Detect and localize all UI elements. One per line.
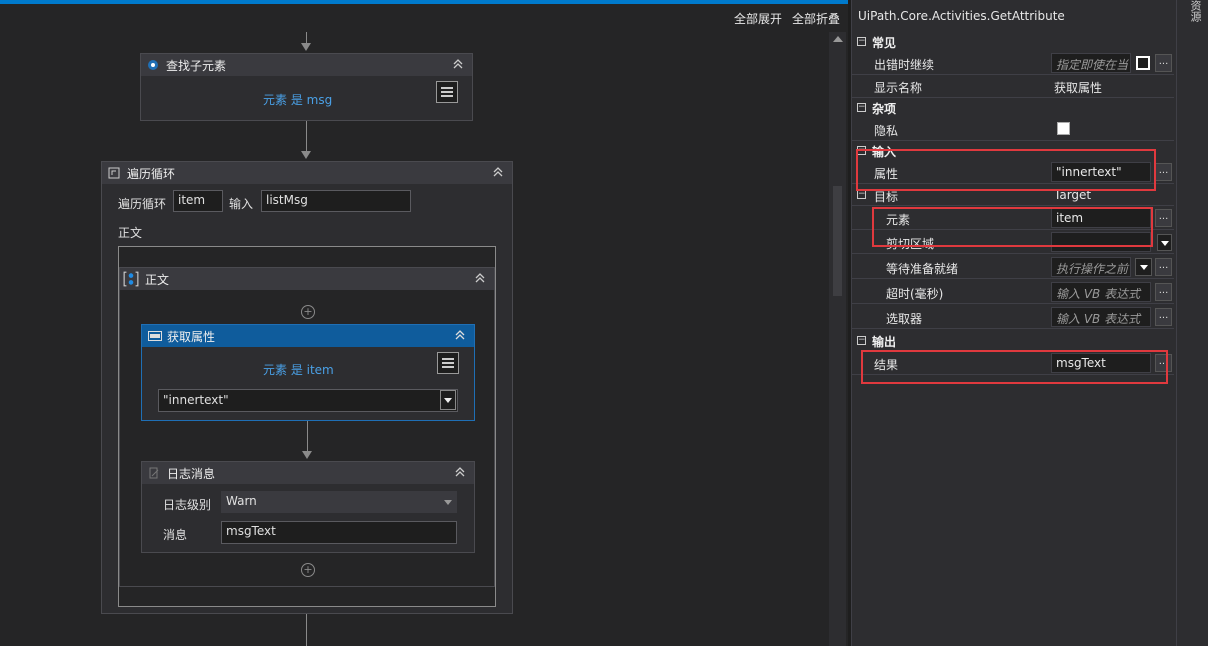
activity-title: 遍历循环	[127, 167, 176, 181]
menu-icon[interactable]	[436, 81, 458, 103]
more-button[interactable]: ...	[1155, 209, 1172, 227]
category-common[interactable]: − 常见	[852, 32, 1174, 52]
highlight-box-element	[872, 207, 1153, 247]
connector-arrow-icon	[301, 43, 311, 51]
item-variable-field[interactable]: item	[173, 190, 223, 212]
log-level-dropdown[interactable]: Warn	[221, 491, 457, 513]
dropdown-button[interactable]	[1135, 258, 1152, 276]
connector-line	[306, 121, 307, 151]
log-message-activity[interactable]: 日志消息 日志级别 Warn 消息 msgText	[141, 461, 475, 553]
display-name-value[interactable]: 获取属性	[1054, 79, 1102, 96]
find-element-icon	[148, 60, 158, 70]
collapse-icon[interactable]	[474, 272, 486, 284]
wait-for-ready-input[interactable]: 执行操作之前	[1051, 257, 1131, 277]
get-attribute-icon	[148, 331, 162, 341]
more-button[interactable]: ...	[1155, 163, 1172, 181]
log-level-label: 日志级别	[163, 498, 212, 512]
connector-line	[306, 614, 307, 646]
dropdown-button[interactable]	[1157, 234, 1172, 251]
highlight-box-attribute	[856, 149, 1156, 191]
attribute-dropdown[interactable]: "innertext"	[158, 389, 458, 412]
input-collection-field[interactable]: listMsg	[261, 190, 411, 212]
activity-header[interactable]: 遍历循环	[102, 162, 512, 184]
menu-icon[interactable]	[437, 352, 459, 374]
collapse-toggle-icon[interactable]: −	[857, 336, 866, 345]
activity-title: 正文	[145, 273, 170, 287]
collapse-all-button[interactable]: 全部折叠	[792, 10, 840, 27]
get-attribute-activity[interactable]: 获取属性 元素 是 item "innertext"	[141, 324, 475, 421]
property-display-name[interactable]: 显示名称 获取属性	[852, 75, 1174, 98]
collapse-icon[interactable]	[492, 166, 504, 178]
collapse-icon[interactable]	[454, 329, 466, 341]
activity-header[interactable]: 获取属性	[142, 325, 474, 347]
sequence-activity[interactable]: 正文 + 获取属性 元素 是 item "innertext" 日志消息 日志级…	[119, 267, 495, 587]
activity-title: 获取属性	[167, 330, 216, 344]
timeout-input[interactable]: 输入 VB 表达式	[1051, 282, 1151, 302]
property-timeout[interactable]: 超时(毫秒) 输入 VB 表达式 ...	[852, 281, 1174, 304]
activity-title: 查找子元素	[166, 59, 227, 73]
more-button[interactable]: ...	[1155, 308, 1172, 326]
category-output[interactable]: − 输出	[852, 331, 1174, 351]
foreach-activity[interactable]: 遍历循环 遍历循环 item 输入 listMsg 正文 正文 + 获取属性 元…	[101, 161, 513, 614]
continue-on-error-input[interactable]: 指定即使在当	[1051, 53, 1131, 73]
foreach-icon	[108, 167, 120, 179]
body-label: 正文	[118, 226, 143, 240]
loop-label: 遍历循环	[118, 197, 167, 211]
add-activity-icon[interactable]: +	[301, 563, 315, 577]
property-private[interactable]: 隐私	[852, 118, 1174, 141]
activity-title: 日志消息	[167, 467, 216, 481]
dropdown-arrow-icon[interactable]	[440, 390, 456, 410]
checkbox[interactable]	[1136, 56, 1150, 70]
selector-input[interactable]: 输入 VB 表达式	[1051, 307, 1151, 327]
property-wait-for-ready[interactable]: 等待准备就绪 执行操作之前 ...	[852, 256, 1174, 279]
collapse-icon[interactable]	[452, 58, 464, 70]
add-activity-icon[interactable]: +	[301, 305, 315, 319]
activity-summary: 元素 是 item	[263, 363, 334, 377]
property-selector[interactable]: 选取器 输入 VB 表达式 ...	[852, 306, 1174, 329]
scroll-thumb[interactable]	[833, 186, 842, 296]
more-button[interactable]: ...	[1155, 258, 1172, 276]
activity-header[interactable]: 查找子元素	[141, 54, 472, 76]
private-checkbox[interactable]	[1057, 122, 1070, 135]
message-label: 消息	[163, 528, 188, 542]
property-continue-on-error[interactable]: 出错时继续 指定即使在当 ...	[852, 52, 1174, 75]
expand-all-button[interactable]: 全部展开	[734, 10, 782, 27]
category-misc[interactable]: − 杂项	[852, 98, 1174, 118]
designer-scrollbar[interactable]	[829, 32, 846, 646]
sequence-icon	[123, 271, 139, 287]
resources-tab[interactable]: 资源	[1185, 0, 1203, 30]
activity-type-title: UiPath.Core.Activities.GetAttribute	[858, 9, 1065, 23]
activity-header[interactable]: 日志消息	[142, 462, 474, 484]
workflow-designer[interactable]: 全部展开 全部折叠 查找子元素 元素 是 msg 遍历循环 遍历循环 item …	[0, 0, 848, 646]
connector-arrow-icon	[301, 151, 311, 159]
scroll-up-arrow-icon[interactable]	[833, 36, 843, 42]
chevron-down-icon[interactable]	[444, 500, 452, 505]
connector-arrow-icon	[302, 451, 312, 459]
properties-panel[interactable]: UiPath.Core.Activities.GetAttribute − 常见 …	[851, 0, 1176, 646]
log-icon	[149, 467, 159, 479]
connector-line	[307, 421, 308, 451]
chevron-down-icon	[1161, 241, 1169, 246]
highlight-box-result	[861, 350, 1168, 384]
activity-header[interactable]: 正文	[120, 268, 494, 290]
collapse-toggle-icon[interactable]: −	[857, 37, 866, 46]
message-field[interactable]: msgText	[221, 521, 457, 544]
find-children-activity[interactable]: 查找子元素 元素 是 msg	[140, 53, 473, 121]
collapse-icon[interactable]	[454, 466, 466, 478]
side-tab-strip: 资源	[1176, 0, 1208, 646]
input-label: 输入	[229, 197, 254, 211]
more-button[interactable]: ...	[1155, 54, 1172, 72]
more-button[interactable]: ...	[1155, 283, 1172, 301]
collapse-toggle-icon[interactable]: −	[857, 103, 866, 112]
chevron-down-icon	[1140, 265, 1148, 270]
collapse-toggle-icon[interactable]: −	[857, 190, 866, 199]
activity-summary: 元素 是 msg	[263, 93, 333, 107]
active-tab-indicator	[0, 0, 848, 4]
body-container[interactable]: 正文 + 获取属性 元素 是 item "innertext" 日志消息 日志级…	[118, 246, 496, 607]
